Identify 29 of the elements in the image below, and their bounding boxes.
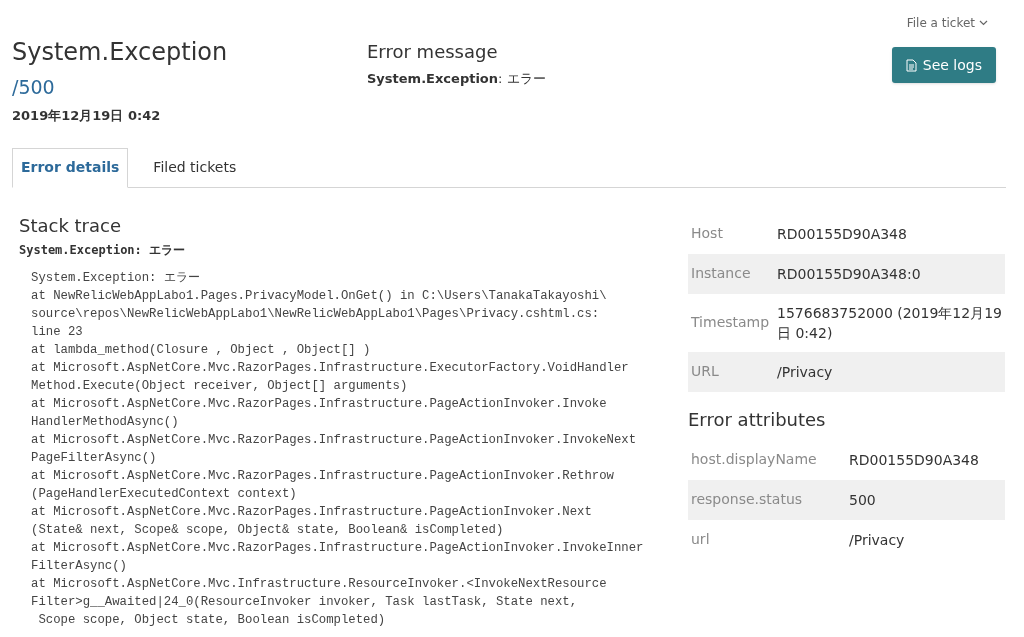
detail-value: RD00155D90A348:0 xyxy=(777,264,921,284)
page-title: System.Exception xyxy=(12,37,229,68)
error-message-heading: Error message xyxy=(367,40,499,64)
detail-value: 500 xyxy=(849,490,876,510)
detail-label: URL xyxy=(691,362,720,381)
stack-trace-text: System.Exception: エラー at NewRelicWebAppLabo1.Pages.PrivacyModel.OnGet() in C:\Users\TanakaTakayoshi\ source\repos\NewRelicWebAppLabo1\NewRelicWebAppLabo1\Pages\Privacy.cshtml.cs: line 23 at lambda_method(Closure , Object , Object[] ) at Microsoft.AspNetCore.Mvc.RazorPages.Infrastructure.ExecutorFactory.VoidHandler Method.Execute(Object receiver, Object[] arguments) at Microsoft.AspNetCore.Mvc.RazorPages.Infrastructure.PageActionInvoker.Invoke HandlerMethodAsync() at Microsoft.AspNetCore.Mvc.RazorPages.Infrastructure.PageActionInvoker.InvokeNext PageFilterAsync() at Microsoft.AspNetCore.Mvc.RazorPages.Infrastructure.PageActionInvoker.Rethrow (PageHandlerExecutedContext context) at Microsoft.AspNetCore.Mvc.RazorPages.Infrastructure.PageActionInvoker.Next (State& next, Scope& scope, Object& state, Boolean& isCompleted) at Microsoft.AspNetCore.Mvc.RazorPages.Infrastructure.PageActionInvoker.InvokeInner FilterAsync() at Microsoft.AspNetCore.Mvc.Infrastructure.ResourceInvoker.<InvokeNextResource Filter>g__Awaited|24_0(ResourceInvoker invoker, Task lastTask, State next, Scope scope, Object state, Boolean isCompleted) xyxy=(31,269,645,629)
stack-trace-heading: Stack trace xyxy=(19,213,122,238)
date-text: 2019年12月19日 0:42 xyxy=(12,107,162,125)
detail-label: response.status xyxy=(691,490,804,509)
detail-value: 1576683752000 (2019年12月19日 0:42) xyxy=(777,303,1002,343)
path-link[interactable]: /500 xyxy=(12,74,367,100)
detail-label: Instance xyxy=(691,264,752,283)
detail-value: /Privacy xyxy=(849,530,905,550)
detail-value: /Privacy xyxy=(777,362,833,382)
stack-trace-summary: System.Exception: エラー xyxy=(19,241,187,259)
document-icon xyxy=(905,58,917,72)
file-ticket-dropdown[interactable]: File a ticket xyxy=(906,14,988,32)
detail-label: host.displayName xyxy=(691,450,818,469)
error-attributes-heading: Error attributes xyxy=(688,407,827,432)
detail-value: RD00155D90A348 xyxy=(777,224,907,244)
detail-label: url xyxy=(691,530,711,549)
see-logs-button[interactable]: See logs xyxy=(891,47,996,83)
error-message-text: System.Exception: エラー xyxy=(367,70,547,88)
detail-label: Host xyxy=(691,224,724,243)
tab[interactable]: Filed tickets xyxy=(144,147,246,188)
tab[interactable]: Error details xyxy=(12,147,129,188)
chevron-down-icon xyxy=(979,20,988,26)
detail-label: Timestamp xyxy=(691,313,771,332)
detail-value: RD00155D90A348 xyxy=(849,450,979,470)
